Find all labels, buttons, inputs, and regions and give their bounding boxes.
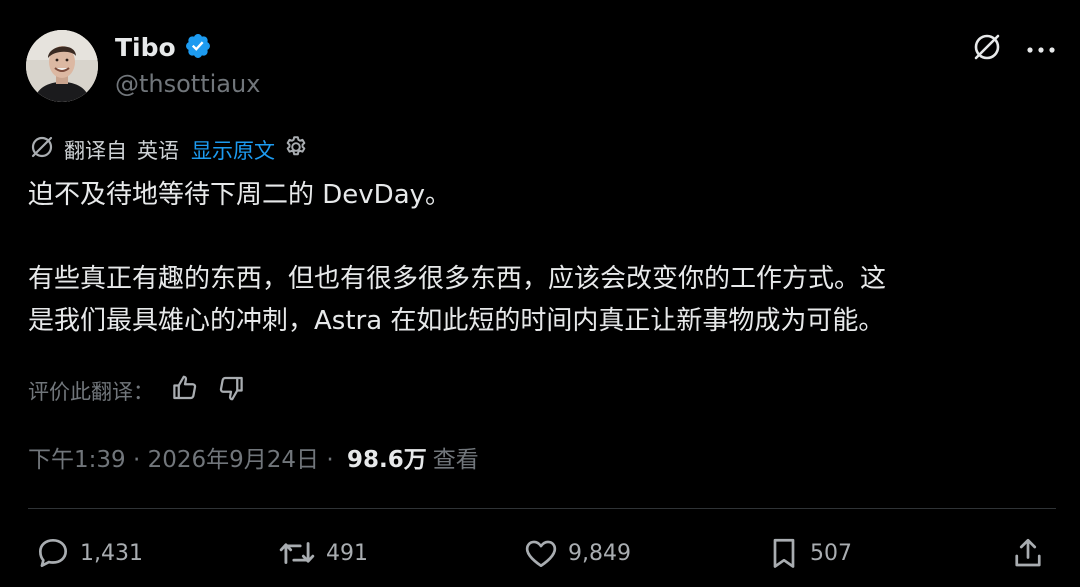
slashed-circle-icon[interactable]: [970, 30, 1004, 68]
bookmark-button[interactable]: 507: [766, 531, 852, 575]
tweet-meta: 下午1:39 · 2026年9月24日 · 98.6万 查看: [28, 444, 479, 476]
tweet-line: 有些真正有趣的东西，但也有很多很多东西，应该会改变你的工作方式。这: [28, 264, 887, 294]
bookmark-icon: [766, 534, 802, 572]
translation-info: 翻译自 英语 显示原文: [28, 133, 309, 169]
like-button[interactable]: 9,849: [522, 531, 631, 575]
views-label: 查看: [432, 447, 479, 473]
show-original-link[interactable]: 显示原文: [191, 136, 275, 166]
source-language: 英语: [137, 139, 179, 163]
action-bar: 1,431 491 9,849 507: [0, 531, 1080, 575]
author-handle[interactable]: @thsottiaux: [115, 69, 260, 99]
bookmark-count: 507: [810, 540, 852, 566]
header-actions: [970, 30, 1056, 68]
avatar-image: [26, 30, 98, 102]
meta-separator: ·: [125, 447, 148, 473]
divider: [28, 508, 1056, 509]
rate-translation-label: 评价此翻译：: [28, 380, 154, 404]
repost-count: 491: [326, 540, 368, 566]
meta-separator: ·: [319, 447, 341, 473]
repost-button[interactable]: 491: [276, 531, 368, 575]
avatar[interactable]: [26, 30, 98, 102]
repost-icon: [276, 534, 318, 572]
reply-icon: [34, 534, 72, 572]
share-button[interactable]: [1010, 531, 1046, 575]
like-count: 9,849: [568, 540, 631, 566]
reply-count: 1,431: [80, 540, 143, 566]
tweet-line: 是我们最具雄心的冲刺，Astra 在如此短的时间内真正让新事物成为可能。: [28, 306, 885, 336]
author-name-row[interactable]: Tibo: [115, 32, 212, 64]
verified-badge-icon: [184, 32, 212, 64]
tweet-line: 迫不及待地等待下周二的 DevDay。: [28, 180, 452, 210]
rate-translation: 评价此翻译：: [28, 373, 246, 411]
translated-from-label: 翻译自: [64, 139, 127, 163]
reply-button[interactable]: 1,431: [34, 531, 143, 575]
heart-icon: [522, 534, 560, 572]
author-display-name[interactable]: Tibo: [115, 33, 176, 63]
gear-icon[interactable]: [283, 134, 309, 168]
more-horizontal-icon[interactable]: [1026, 40, 1056, 59]
thumbs-up-icon[interactable]: [170, 373, 200, 411]
tweet-time[interactable]: 下午1:39: [28, 444, 126, 476]
views-count: 98.6万: [346, 447, 427, 473]
tweet-date[interactable]: 2026年9月24日: [148, 444, 319, 476]
translate-icon: [28, 133, 56, 169]
tweet-text: 迫不及待地等待下周二的 DevDay。 有些真正有趣的东西，但也有很多很多东西，…: [28, 174, 1058, 342]
thumbs-down-icon[interactable]: [216, 373, 246, 411]
share-icon: [1010, 534, 1046, 572]
